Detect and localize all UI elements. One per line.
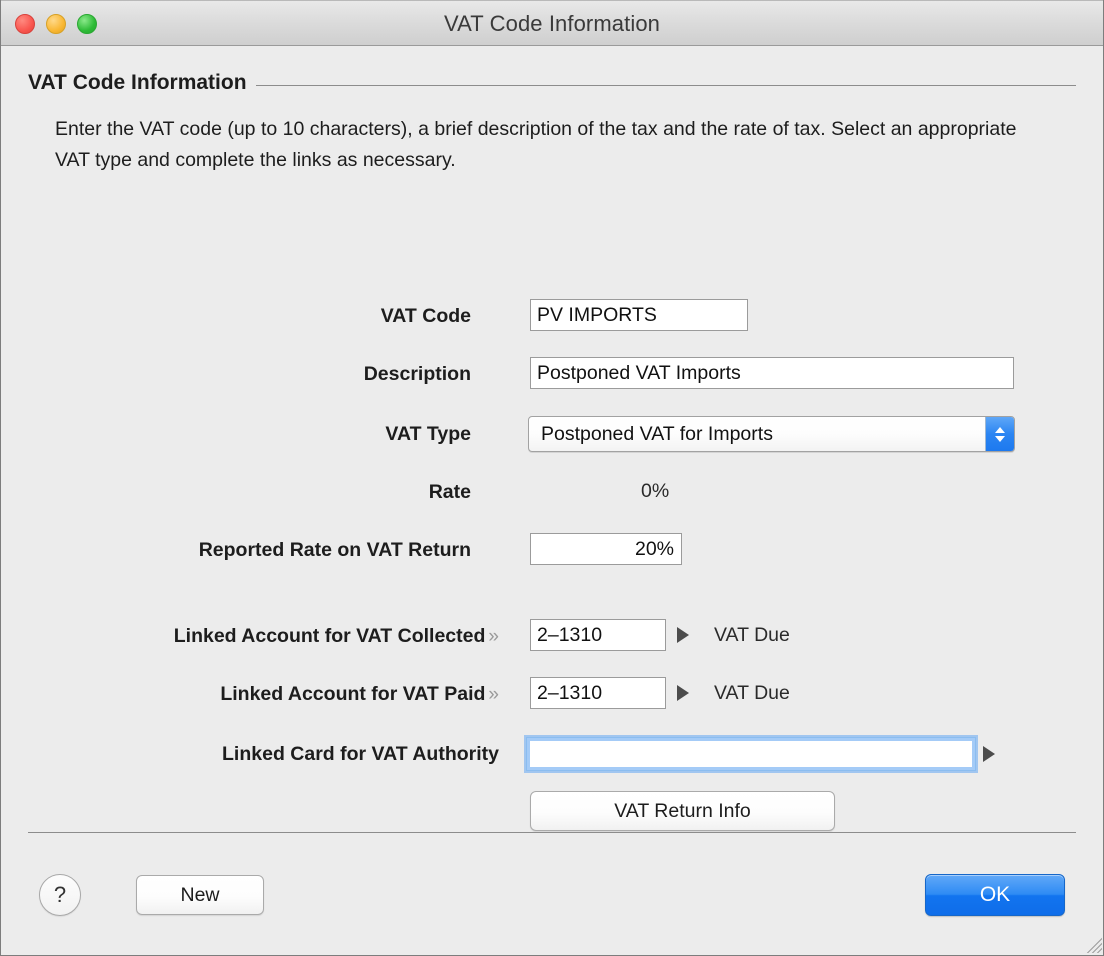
linked-account-paid-label: Linked Account for VAT Paid» [61,677,499,712]
double-chevron-icon-paid: » [488,684,499,705]
window-title: VAT Code Information [444,11,660,36]
double-chevron-icon: » [488,626,499,647]
instructions-text: Enter the VAT code (up to 10 characters)… [55,118,1017,171]
linked-card-authority-input[interactable] [526,737,976,771]
ok-button[interactable]: OK [925,874,1065,916]
description-label: Description [363,363,471,385]
row-description: Description Postponed VAT Imports [1,357,1103,391]
row-reported-rate: Reported Rate on VAT Return 20% [1,533,1103,567]
reported-rate-label: Reported Rate on VAT Return [198,539,471,561]
vat-type-selected-value: Postponed VAT for Imports [541,423,773,445]
vat-type-select[interactable]: Postponed VAT for Imports [528,416,1015,452]
stepper-icon[interactable] [985,417,1014,451]
vat-type-label: VAT Type [385,423,471,445]
chevron-up-icon [995,426,1005,433]
row-linked-account-collected: Linked Account for VAT Collected» 2–1310… [1,619,1103,653]
group-box-title: VAT Code Information [28,71,247,94]
linked-account-collected-label-text: Linked Account for VAT Collected [173,625,486,647]
rate-value: 0% [641,480,670,502]
vat-code-label: VAT Code [380,305,471,327]
description-input[interactable]: Postponed VAT Imports [530,357,1014,389]
vat-code-input[interactable]: PV IMPORTS [530,299,748,331]
arrow-right-icon-collected[interactable] [677,627,689,643]
group-box-header: VAT Code Information [28,68,1076,98]
row-vat-type: VAT Type Postponed VAT for Imports [1,416,1103,452]
window-titlebar: VAT Code Information [1,0,1103,46]
linked-account-paid-name: VAT Due [714,682,790,704]
new-button[interactable]: New [136,875,264,915]
linked-account-collected-input[interactable]: 2–1310 [530,619,666,651]
row-linked-account-paid: Linked Account for VAT Paid» 2–1310 VAT … [1,677,1103,711]
row-vat-code: VAT Code PV IMPORTS [1,299,1103,333]
dialog-window: VAT Code Information VAT Code Informatio… [0,0,1104,956]
linked-account-paid-label-text: Linked Account for VAT Paid [220,683,486,705]
linked-account-paid-input[interactable]: 2–1310 [530,677,666,709]
row-rate: Rate 0% [1,475,1103,509]
rate-label: Rate [428,481,471,503]
row-linked-card-authority: Linked Card for VAT Authority [1,737,1103,771]
dialog-content: VAT Code Information Enter the VAT code … [1,46,1103,954]
arrow-right-icon-paid[interactable] [677,685,689,701]
footer-divider [28,832,1076,833]
linked-account-collected-label: Linked Account for VAT Collected» [61,619,499,654]
resize-grip[interactable] [1076,927,1102,953]
chevron-down-icon [995,435,1005,442]
linked-card-authority-label: Linked Card for VAT Authority [222,743,499,765]
arrow-right-icon-authority[interactable] [983,746,995,762]
reported-rate-input[interactable]: 20% [530,533,682,565]
group-box-rule [255,84,1076,86]
help-button[interactable]: ? [39,874,81,916]
linked-account-collected-name: VAT Due [714,624,790,646]
vat-return-info-button[interactable]: VAT Return Info [530,791,835,831]
